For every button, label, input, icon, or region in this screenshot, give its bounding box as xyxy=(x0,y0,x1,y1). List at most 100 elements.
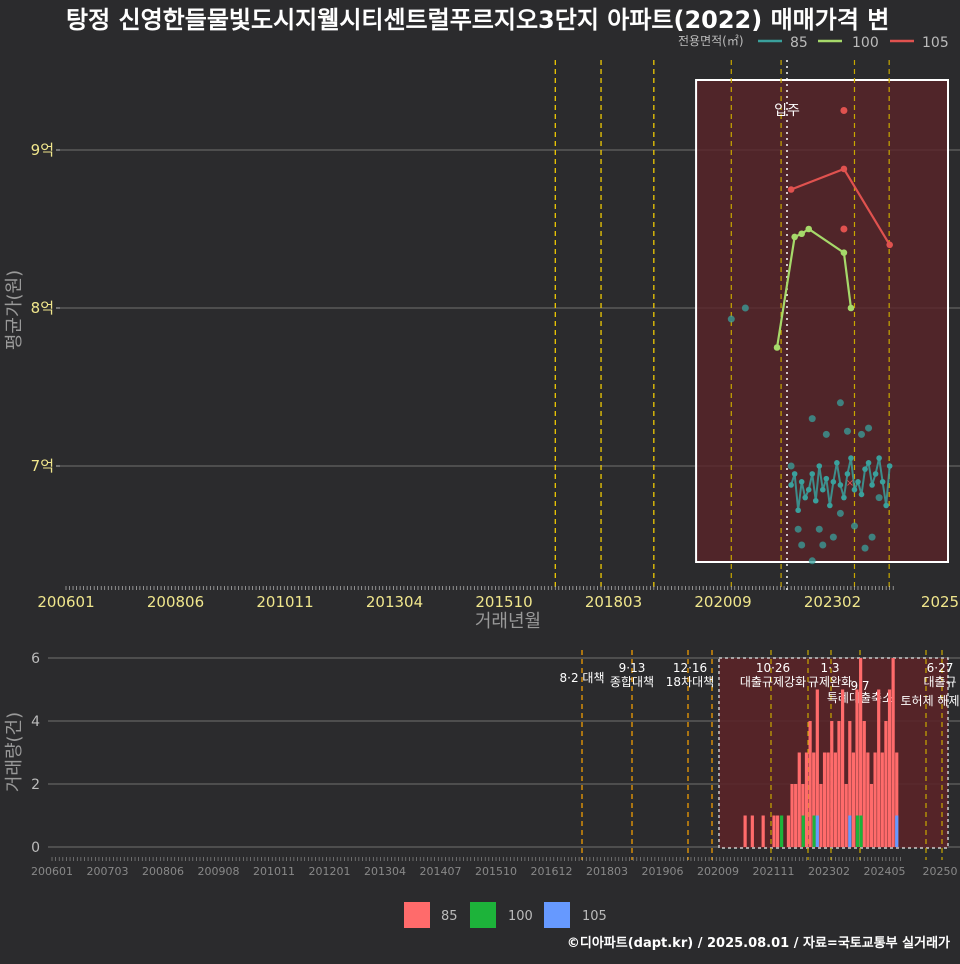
bar-100 xyxy=(812,815,816,847)
bottom-legend: 85 100 105 xyxy=(404,902,607,928)
series-point-85 xyxy=(816,463,823,469)
x-tick-label: 200601 xyxy=(31,865,73,878)
point-85 xyxy=(843,427,851,435)
x-tick-label: 201612 xyxy=(531,865,573,878)
point-85 xyxy=(808,415,816,423)
policy-date-label: 9·13 xyxy=(619,661,646,675)
x-tick-label: 200703 xyxy=(87,865,129,878)
series-point-85 xyxy=(830,479,837,485)
x-tick-label: 202009 xyxy=(697,865,739,878)
series-point-85 xyxy=(788,482,794,488)
bar-85 xyxy=(822,752,827,847)
bar-85 xyxy=(794,784,798,847)
x-tick-label: 201304 xyxy=(364,865,406,878)
bar-85 xyxy=(880,752,884,847)
legend-text-105: 105 xyxy=(582,909,607,924)
series-point-100 xyxy=(805,225,813,233)
policy-date-label: 12·16 xyxy=(673,661,707,675)
policy-desc-label: 대출규제강화 xyxy=(740,675,806,689)
bar-105 xyxy=(815,815,819,847)
point-85 xyxy=(861,544,869,552)
move-in-annotation: 입주 xyxy=(774,103,800,119)
point-85 xyxy=(794,525,802,533)
y-tick-label: 6 xyxy=(31,651,40,667)
point-85 xyxy=(829,533,837,541)
bar-85 xyxy=(866,752,870,847)
bar-85 xyxy=(804,752,809,847)
x-tick-label: 201304 xyxy=(366,593,423,611)
series-point-85 xyxy=(883,502,889,509)
x-tick-label: 200601 xyxy=(37,593,94,611)
top-x-axis-label: 거래년월 xyxy=(475,611,541,632)
y-tick-label: 8억 xyxy=(31,299,54,317)
policy-date-label: 1·3 xyxy=(820,661,839,675)
series-point-85 xyxy=(841,494,847,501)
x-tick-label: 200806 xyxy=(142,865,184,878)
bar-85 xyxy=(776,815,780,847)
x-tick-label: 202111 xyxy=(753,865,795,878)
bar-85 xyxy=(873,752,877,847)
bar-85 xyxy=(891,658,895,847)
bar-85 xyxy=(786,815,791,847)
policy-date-label: 6·27 xyxy=(927,661,954,675)
chart-canvas: 탕정 신영한들물빛도시지웰시티센트럴푸르지오3단지 아파트(2022) 매매가격… xyxy=(4,6,960,951)
x-tick-label: 201510 xyxy=(475,865,517,878)
policy-desc-label: 규제완화 xyxy=(808,675,852,689)
bar-85 xyxy=(830,721,834,847)
x-tick-label: 201011 xyxy=(256,593,313,611)
point-85 xyxy=(836,399,844,407)
point-105 xyxy=(840,107,848,114)
bar-85 xyxy=(797,752,801,847)
x-tick-label: 201201 xyxy=(309,865,351,878)
series-point-85 xyxy=(820,486,826,493)
bar-85 xyxy=(887,689,892,847)
bar-85 xyxy=(877,689,881,847)
series-point-85 xyxy=(862,466,868,472)
bar-85 xyxy=(844,784,848,847)
legend-title: 전용면적(㎡) xyxy=(678,34,744,48)
point-85 xyxy=(815,525,823,533)
policy-desc-label: 18차대책 xyxy=(666,674,714,689)
bar-85 xyxy=(840,689,845,847)
chart-root: 탕정 신영한들물빛도시지웰시티센트럴푸르지오3단지 아파트(2022) 매매가격… xyxy=(0,0,960,960)
point-85 xyxy=(741,304,749,312)
series-point-85 xyxy=(812,497,819,504)
x-tick-label: 200806 xyxy=(147,593,204,611)
point-85 xyxy=(836,509,844,517)
series-point-85 xyxy=(858,491,865,498)
x-tick-label: 201906 xyxy=(642,865,684,878)
top-legend: 전용면적(㎡) 85 100 105 xyxy=(678,34,949,51)
point-85 xyxy=(875,494,883,502)
series-point-105 xyxy=(886,241,893,249)
series-point-100 xyxy=(798,230,805,238)
legend-label-105: 105 xyxy=(922,35,949,51)
bottom-y-axis-label: 거래량(건) xyxy=(4,712,25,792)
top-y-axis-label: 평균가(원) xyxy=(4,270,25,350)
series-point-85 xyxy=(848,455,854,461)
point-85 xyxy=(798,541,806,549)
series-point-100 xyxy=(773,344,781,351)
y-tick-label: 9억 xyxy=(31,141,54,159)
policy-desc-label: 대출규 xyxy=(923,675,956,689)
series-point-100 xyxy=(847,304,855,312)
marker-x: × xyxy=(846,478,854,489)
series-point-85 xyxy=(886,463,893,469)
series-point-85 xyxy=(869,482,875,488)
bar-85 xyxy=(808,721,812,847)
x-tick-label: 201803 xyxy=(585,593,642,611)
legend-box-100 xyxy=(470,902,496,928)
policy-desc-label: 토허제 해제 xyxy=(900,694,959,708)
x-tick-label: 201011 xyxy=(253,865,295,878)
series-point-85 xyxy=(809,471,816,477)
series-point-85 xyxy=(823,475,830,482)
bar-85 xyxy=(750,815,754,847)
series-point-85 xyxy=(795,507,801,514)
bar-100 xyxy=(859,815,863,847)
bar-100 xyxy=(855,815,860,847)
bar-85 xyxy=(851,752,856,847)
footer-credit: ©디아파트(dapt.kr) / 2025.08.01 / 자료=국토교통부 실… xyxy=(567,935,950,951)
point-85 xyxy=(808,557,816,565)
point-105 xyxy=(840,225,848,233)
point-85 xyxy=(727,315,735,323)
x-tick-label: 202302 xyxy=(804,593,861,611)
